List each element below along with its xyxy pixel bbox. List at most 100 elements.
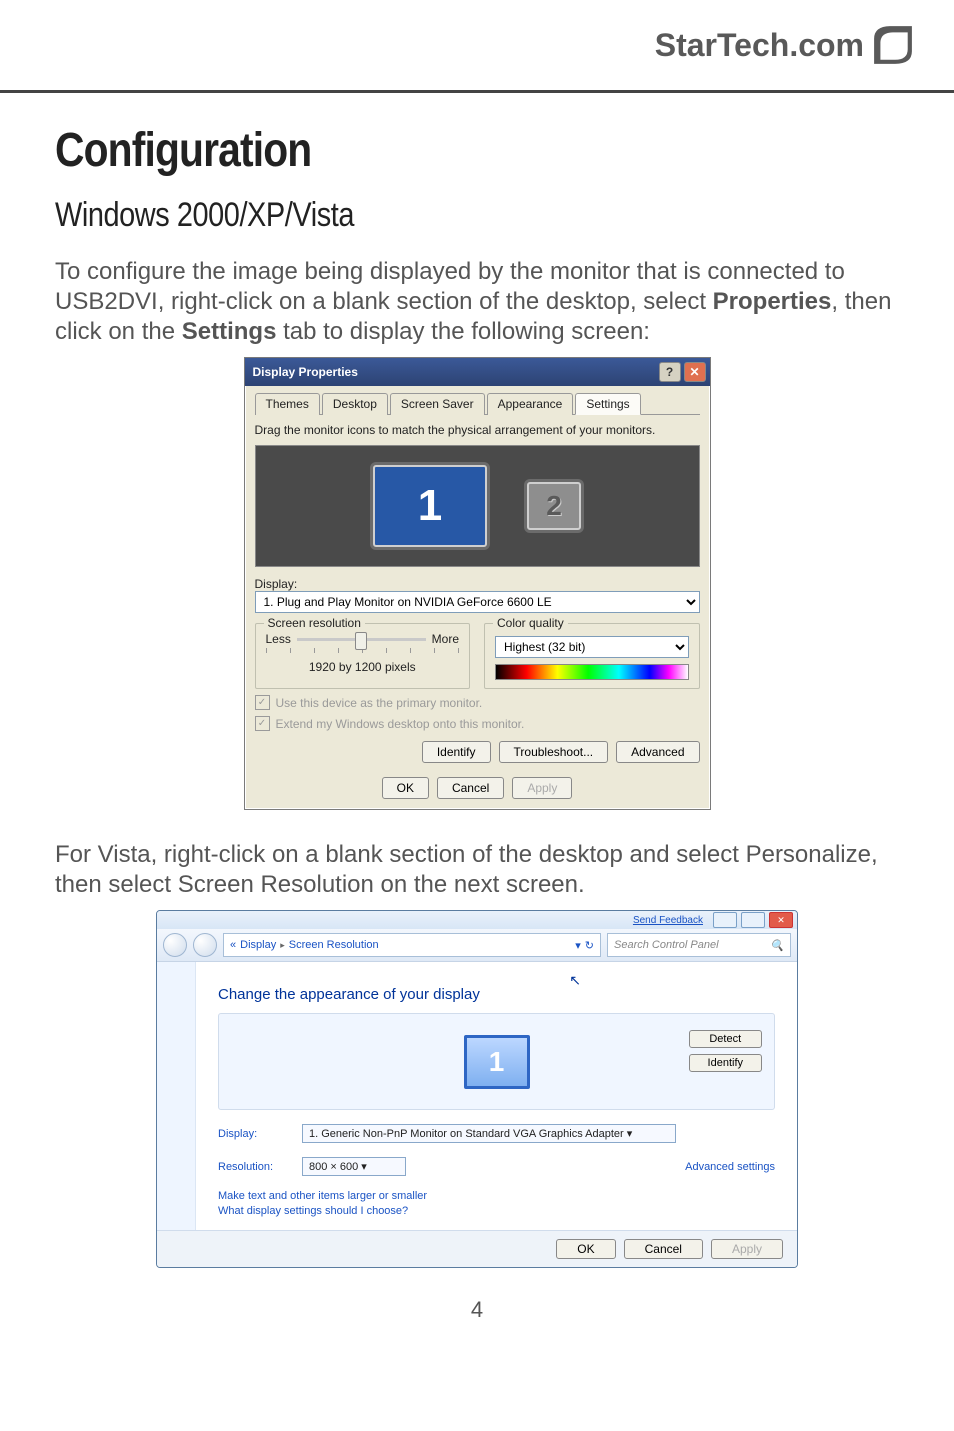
- apply-button[interactable]: Apply: [711, 1239, 783, 1259]
- help-button[interactable]: ?: [659, 362, 681, 382]
- crumb-display[interactable]: Display: [240, 939, 276, 951]
- brand-logo-icon: [872, 24, 914, 66]
- tab-strip: Themes Desktop Screen Saver Appearance S…: [255, 392, 700, 415]
- vista-monitor-1-label: 1: [489, 1046, 505, 1078]
- monitor-arrangement-pane[interactable]: 1 Detect Identify: [218, 1013, 775, 1110]
- crumb-root-icon: «: [230, 939, 236, 951]
- search-icon: 🔍: [770, 939, 784, 952]
- tab-settings[interactable]: Settings: [575, 393, 640, 415]
- res-more-label: More: [432, 632, 459, 646]
- page-header: StarTech.com: [0, 0, 954, 93]
- display-dropdown[interactable]: 1. Generic Non-PnP Monitor on Standard V…: [302, 1124, 676, 1143]
- slider-track[interactable]: [297, 638, 426, 641]
- forward-button[interactable]: [193, 933, 217, 957]
- res-less-label: Less: [266, 632, 291, 646]
- xp-titlebar-buttons: ? ✕: [659, 362, 706, 382]
- bottom-button-row: OK Cancel Apply: [255, 777, 700, 799]
- extend-checkbox[interactable]: ✓: [255, 716, 270, 731]
- intro-paragraph: To configure the image being displayed b…: [55, 257, 899, 347]
- back-button[interactable]: [163, 933, 187, 957]
- close-button[interactable]: ✕: [769, 912, 793, 928]
- tab-desktop[interactable]: Desktop: [322, 393, 388, 415]
- resolution-dropdown[interactable]: 800 × 600 ▾: [302, 1157, 406, 1176]
- display-label: Display:: [218, 1128, 288, 1140]
- help-link-what-settings[interactable]: What display settings should I choose?: [218, 1205, 775, 1217]
- display-field-row: Display: 1. Generic Non-PnP Monitor on S…: [218, 1124, 775, 1143]
- help-links: Make text and other items larger or smal…: [218, 1190, 775, 1217]
- apply-button[interactable]: Apply: [512, 777, 572, 799]
- color-preview-bar: [495, 664, 689, 680]
- monitor-2-label: 2: [546, 490, 562, 522]
- resolution-label: Resolution:: [218, 1161, 288, 1173]
- monitor-1-label: 1: [418, 481, 442, 531]
- display-select[interactable]: 1. Plug and Play Monitor on NVIDIA GeFor…: [255, 591, 700, 613]
- troubleshoot-button[interactable]: Troubleshoot...: [499, 741, 609, 763]
- ok-button[interactable]: OK: [556, 1239, 615, 1259]
- monitor-arrangement-area[interactable]: 1 2: [255, 445, 700, 567]
- vista-paragraph: For Vista, right-click on a blank sectio…: [55, 840, 899, 900]
- slider-thumb[interactable]: [355, 632, 367, 650]
- identify-button[interactable]: Identify: [689, 1054, 762, 1072]
- section-title: Windows 2000/XP/Vista: [55, 196, 772, 235]
- page-body: Configuration Windows 2000/XP/Vista To c…: [0, 93, 954, 1347]
- primary-checkbox[interactable]: ✓: [255, 695, 270, 710]
- page-number: 4: [55, 1297, 899, 1337]
- tab-themes[interactable]: Themes: [255, 393, 320, 415]
- vista-titlebar[interactable]: Send Feedback ✕: [157, 911, 797, 929]
- vista-dialog-wrap: Send Feedback ✕ « Display ▸ Screen Resol…: [55, 910, 899, 1273]
- search-placeholder: Search Control Panel: [614, 939, 719, 951]
- vista-heading: Change the appearance of your display ↖: [218, 986, 775, 1003]
- vista-screen-resolution-window: Send Feedback ✕ « Display ▸ Screen Resol…: [156, 910, 798, 1268]
- crumb-controls: ▾ ↻: [575, 939, 594, 952]
- advanced-settings-link[interactable]: Advanced settings: [685, 1161, 775, 1173]
- vista-content: Change the appearance of your display ↖ …: [196, 962, 797, 1230]
- dropdown-icon[interactable]: ▾: [575, 939, 581, 952]
- help-icon: ?: [666, 365, 673, 379]
- primary-checkbox-label: Use this device as the primary monitor.: [276, 696, 483, 710]
- extend-desktop-checkbox-row: ✓ Extend my Windows desktop onto this mo…: [255, 716, 700, 731]
- refresh-icon[interactable]: ↻: [585, 939, 594, 952]
- tab-appearance[interactable]: Appearance: [487, 393, 574, 415]
- intro-text-3: tab to display the following screen:: [276, 318, 650, 345]
- help-link-textsize[interactable]: Make text and other items larger or smal…: [218, 1190, 775, 1202]
- color-quality-select[interactable]: Highest (32 bit): [495, 636, 689, 658]
- xp-title-text: Display Properties: [253, 365, 358, 379]
- tab-screensaver[interactable]: Screen Saver: [390, 393, 485, 415]
- color-group-title: Color quality: [493, 616, 568, 630]
- detect-button[interactable]: Detect: [689, 1030, 762, 1048]
- search-input[interactable]: Search Control Panel 🔍: [607, 933, 791, 957]
- display-label: Display:: [255, 577, 700, 591]
- xp-dialog-body: Themes Desktop Screen Saver Appearance S…: [245, 386, 710, 809]
- xp-title-bar[interactable]: Display Properties ? ✕: [245, 358, 710, 386]
- extend-checkbox-label: Extend my Windows desktop onto this moni…: [276, 717, 525, 731]
- xp-dialog-wrap: Display Properties ? ✕ Themes Desktop Sc…: [55, 357, 899, 810]
- send-feedback-link[interactable]: Send Feedback: [633, 915, 703, 926]
- vista-monitor-1[interactable]: 1: [464, 1035, 530, 1089]
- cancel-button[interactable]: Cancel: [437, 777, 504, 799]
- pane-side-buttons: Detect Identify: [689, 1030, 762, 1072]
- color-quality-group: Color quality Highest (32 bit): [484, 623, 700, 689]
- crumb-screenres[interactable]: Screen Resolution: [289, 939, 379, 951]
- primary-monitor-checkbox-row: ✓ Use this device as the primary monitor…: [255, 695, 700, 710]
- resolution-text: 1920 by 1200 pixels: [266, 660, 460, 674]
- minimize-button[interactable]: [713, 912, 737, 928]
- xp-display-properties-dialog: Display Properties ? ✕ Themes Desktop Sc…: [244, 357, 711, 810]
- res-group-title: Screen resolution: [264, 616, 365, 630]
- cancel-button[interactable]: Cancel: [624, 1239, 703, 1259]
- ok-button[interactable]: OK: [382, 777, 429, 799]
- breadcrumb[interactable]: « Display ▸ Screen Resolution ▾ ↻: [223, 933, 601, 957]
- monitor-1[interactable]: 1: [373, 465, 487, 547]
- close-icon: ✕: [777, 915, 785, 926]
- brand-text: StarTech.com: [655, 27, 864, 64]
- close-icon: ✕: [689, 365, 699, 379]
- advanced-button[interactable]: Advanced: [616, 741, 699, 763]
- maximize-button[interactable]: [741, 912, 765, 928]
- close-button[interactable]: ✕: [684, 362, 706, 382]
- cursor-icon: ↖: [569, 972, 581, 989]
- vista-body: Change the appearance of your display ↖ …: [157, 962, 797, 1230]
- resolution-slider[interactable]: Less More: [266, 632, 460, 646]
- intro-properties-bold: Properties: [713, 288, 832, 315]
- chevron-right-icon: ▸: [280, 940, 285, 951]
- monitor-2[interactable]: 2: [527, 482, 581, 530]
- identify-button[interactable]: Identify: [422, 741, 491, 763]
